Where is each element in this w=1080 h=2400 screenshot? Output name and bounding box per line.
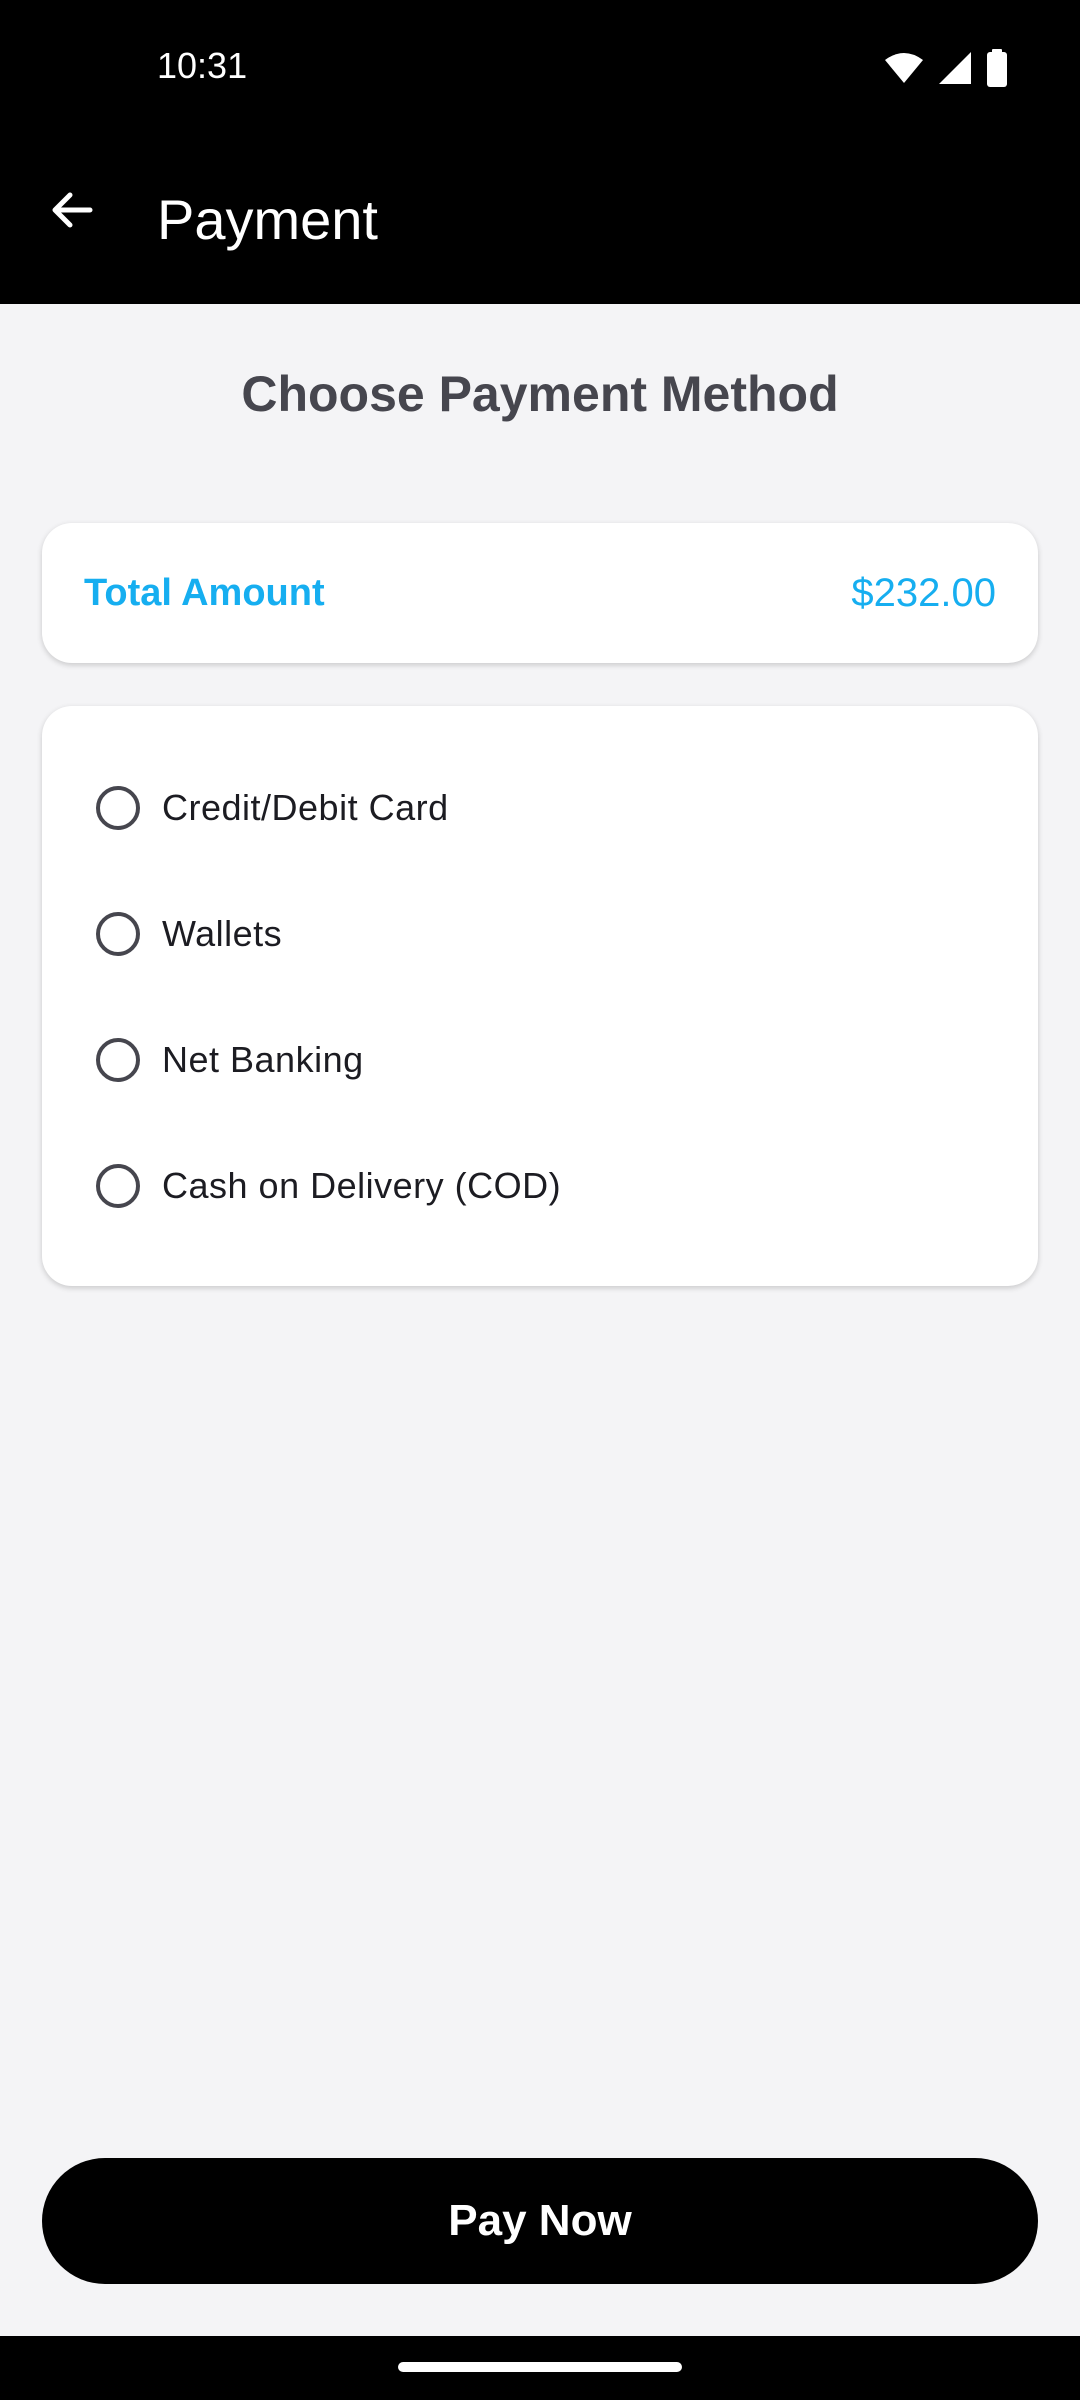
status-bar: 10:31 [0, 0, 1080, 140]
app-bar: Payment [0, 140, 1080, 304]
radio-button[interactable] [96, 1038, 140, 1082]
navigation-bar [0, 2336, 1080, 2400]
total-amount-value: $232.00 [851, 571, 996, 615]
signal-icon [939, 52, 971, 84]
payment-option-net-banking[interactable]: Net Banking [92, 1024, 992, 1096]
payment-option-cod[interactable]: Cash on Delivery (COD) [92, 1150, 992, 1222]
home-indicator[interactable] [398, 2362, 682, 2372]
radio-button[interactable] [96, 1164, 140, 1208]
page-title: Payment [157, 188, 378, 251]
battery-icon [987, 49, 1007, 87]
back-button[interactable] [36, 174, 108, 246]
radio-button[interactable] [96, 786, 140, 830]
status-time: 10:31 [157, 45, 248, 86]
payment-option-card[interactable]: Credit/Debit Card [92, 772, 992, 844]
total-amount-card: Total Amount $232.00 [42, 523, 1038, 663]
wifi-icon [885, 53, 923, 83]
radio-button[interactable] [96, 912, 140, 956]
arrow-back-icon [52, 192, 93, 228]
payment-option-label: Credit/Debit Card [162, 787, 449, 828]
pay-now-button[interactable]: Pay Now [42, 2158, 1038, 2284]
payment-option-label: Cash on Delivery (COD) [162, 1165, 562, 1206]
status-icons [884, 48, 1008, 88]
total-amount-label: Total Amount [84, 572, 325, 614]
payment-option-wallets[interactable]: Wallets [92, 898, 992, 970]
pay-now-label: Pay Now [448, 2196, 632, 2245]
payment-methods-card: Credit/Debit Card Wallets Net Banking Ca… [42, 706, 1038, 1286]
payment-option-label: Wallets [162, 913, 283, 954]
section-heading: Choose Payment Method [241, 366, 839, 422]
payment-option-label: Net Banking [162, 1039, 364, 1080]
